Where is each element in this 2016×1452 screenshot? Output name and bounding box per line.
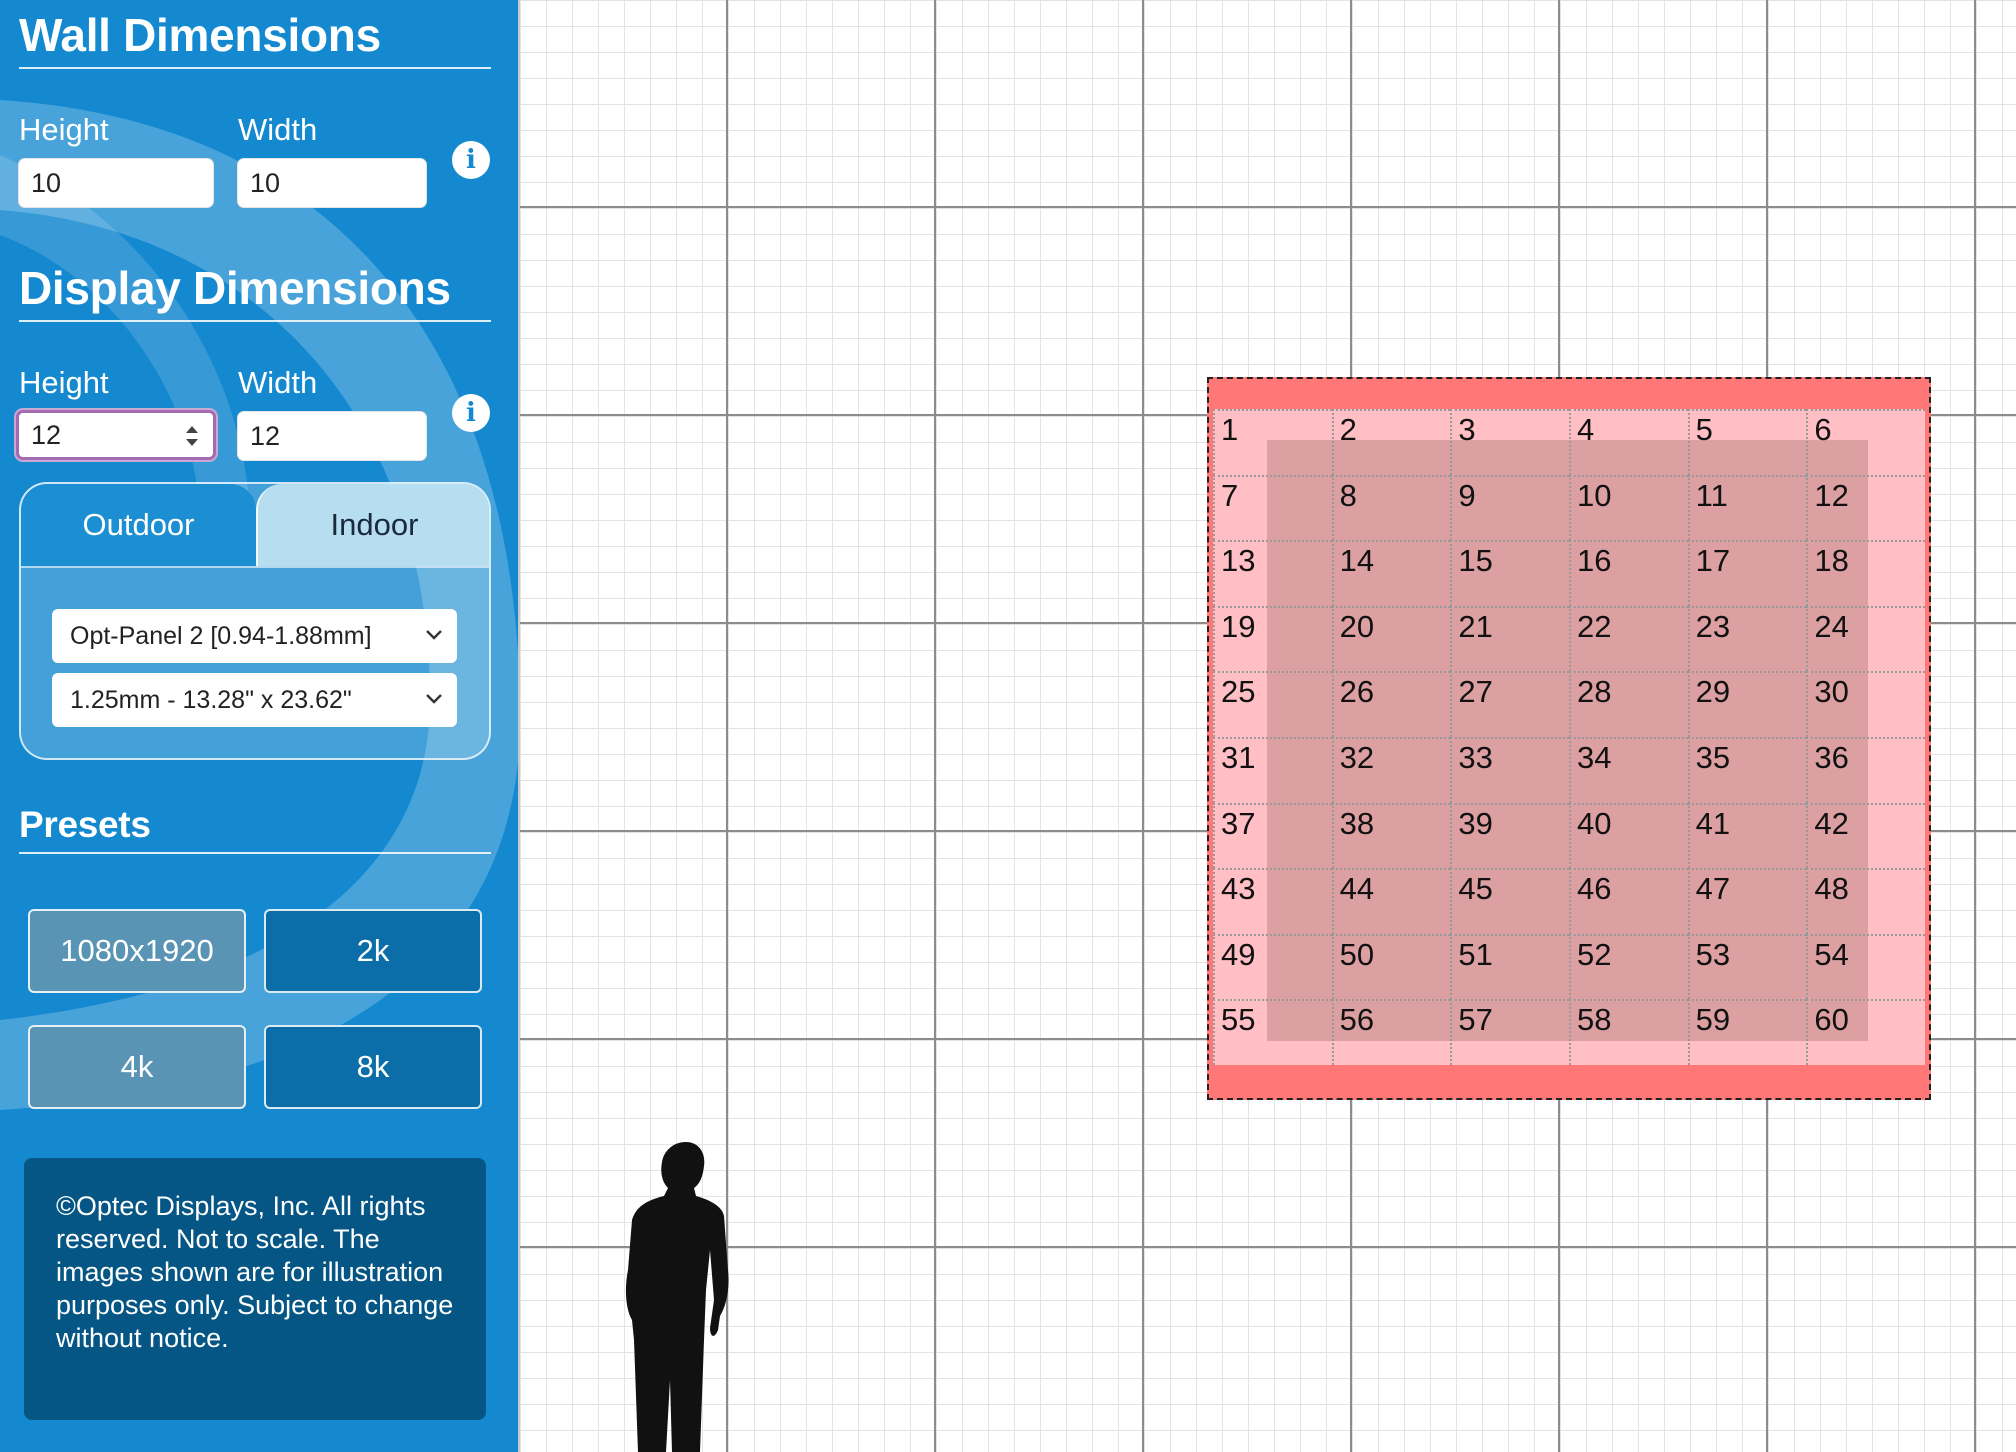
wall-width-label: Width	[238, 112, 318, 147]
pitch-select-value: 1.25mm - 13.28" x 23.62"	[70, 686, 352, 714]
panel-cell: 4	[1569, 409, 1688, 475]
display-dimensions-rule	[19, 320, 491, 322]
panel-cell: 58	[1569, 999, 1688, 1065]
panel-cell: 22	[1569, 605, 1688, 672]
panel-select-value: Opt-Panel 2 [0.94-1.88mm]	[70, 622, 372, 650]
panel-cell: 44	[1331, 868, 1451, 934]
display-height-input[interactable]: 12	[16, 410, 216, 460]
display-dimensions-title: Display Dimensions	[19, 262, 451, 314]
display-info-icon[interactable]: i	[452, 394, 490, 432]
presets-title: Presets	[19, 804, 151, 845]
panel-select[interactable]: Opt-Panel 2 [0.94-1.88mm]	[52, 609, 457, 663]
panel-cell: 17	[1687, 540, 1807, 606]
preset-1080x1920-button[interactable]: 1080x1920	[28, 909, 246, 993]
tab-outdoor[interactable]: Outdoor	[21, 484, 256, 566]
panel-cell: 32	[1331, 737, 1451, 803]
presets-rule	[19, 852, 491, 854]
panel-cell: 10	[1569, 474, 1688, 541]
panel-cell: 23	[1687, 605, 1807, 672]
panel-cell: 29	[1687, 671, 1807, 737]
panel-cell: 37	[1213, 802, 1332, 869]
sidebar: Wall Dimensions Height Width 10 10 i Dis…	[0, 0, 518, 1452]
display-height-label: Height	[19, 365, 109, 400]
panel-cell: 40	[1569, 802, 1688, 869]
panel-cell: 34	[1569, 737, 1688, 803]
panel-cell: 35	[1687, 737, 1807, 803]
panel-cell: 9	[1450, 474, 1569, 541]
panel-cell: 18	[1806, 540, 1925, 606]
panel-cell: 31	[1213, 737, 1332, 803]
panel-cell: 57	[1450, 999, 1569, 1065]
panel-cell: 30	[1806, 671, 1925, 737]
panel-cell: 53	[1687, 933, 1807, 1000]
panel-cell: 49	[1213, 933, 1332, 1000]
panel-cell: 14	[1331, 540, 1451, 606]
panel-cell: 51	[1450, 933, 1569, 1000]
panel-cell: 15	[1450, 540, 1569, 606]
panel-cell: 24	[1806, 605, 1925, 672]
panel-cell: 1	[1213, 409, 1332, 475]
panel-cell: 16	[1569, 540, 1688, 606]
panel-cell: 36	[1806, 737, 1925, 803]
panel-cell: 45	[1450, 868, 1569, 934]
panel-cell: 21	[1450, 605, 1569, 672]
panel-cell: 13	[1213, 540, 1332, 606]
chevron-down-icon	[426, 630, 442, 640]
panel-cell: 26	[1331, 671, 1451, 737]
panel-cell: 6	[1806, 409, 1925, 475]
panel-cell: 19	[1213, 605, 1332, 672]
panel-cell: 52	[1569, 933, 1688, 1000]
panel-cell: 25	[1213, 671, 1332, 737]
panel-cell: 55	[1213, 999, 1332, 1065]
panel-cell: 2	[1331, 409, 1451, 475]
preset-8k-button[interactable]: 8k	[264, 1025, 482, 1109]
panel-cell: 43	[1213, 868, 1332, 934]
wall-dimensions-title: Wall Dimensions	[19, 9, 381, 61]
wall-height-input[interactable]: 10	[18, 158, 214, 208]
tab-indoor[interactable]: Indoor	[256, 484, 489, 566]
panel-cell: 46	[1569, 868, 1688, 934]
panel-cell: 20	[1331, 605, 1451, 672]
pitch-select[interactable]: 1.25mm - 13.28" x 23.62"	[52, 673, 457, 727]
panel-cell: 8	[1331, 474, 1451, 541]
tab-divider	[21, 566, 489, 568]
chevron-down-icon	[426, 694, 442, 704]
panel-cell: 54	[1806, 933, 1925, 1000]
panel-cell: 11	[1687, 474, 1807, 541]
panel-cell: 56	[1331, 999, 1451, 1065]
display-height-value: 12	[31, 420, 62, 450]
panel-cell: 12	[1806, 474, 1925, 541]
display-width-input[interactable]: 12	[237, 411, 427, 461]
panel-cell: 39	[1450, 802, 1569, 869]
copyright-notice: ©Optec Displays, Inc. All rights reserve…	[24, 1158, 486, 1420]
panel-cell: 42	[1806, 802, 1925, 869]
panel-cell: 47	[1687, 868, 1807, 934]
display-type-tabs: Outdoor Indoor Opt-Panel 2 [0.94-1.88mm]…	[19, 482, 491, 760]
panel-cell: 33	[1450, 737, 1569, 803]
panel-cell: 28	[1569, 671, 1688, 737]
panel-cell: 38	[1331, 802, 1451, 869]
panel-grid: 1 2 3 4 5 6 7 8 9 10 11 12 13 14 15 16 17 18 19 20 21 22 23 24 2…	[1213, 409, 1925, 1065]
wall-dimensions-rule	[19, 67, 491, 69]
preset-2k-button[interactable]: 2k	[264, 909, 482, 993]
panel-cell: 27	[1450, 671, 1569, 737]
panel-cell: 7	[1213, 474, 1332, 541]
person-silhouette-icon	[625, 1142, 729, 1452]
wall-info-icon[interactable]: i	[452, 141, 490, 179]
panel-cell: 60	[1806, 999, 1925, 1065]
panel-cell: 50	[1331, 933, 1451, 1000]
panel-cell: 5	[1687, 409, 1807, 475]
wall-height-label: Height	[19, 112, 109, 147]
stepper-icon[interactable]	[183, 423, 201, 449]
panel-cell: 48	[1806, 868, 1925, 934]
panel-cell: 59	[1687, 999, 1807, 1065]
panel-cell: 41	[1687, 802, 1807, 869]
panel-cell: 3	[1450, 409, 1569, 475]
display-width-label: Width	[238, 365, 318, 400]
wall-width-input[interactable]: 10	[237, 158, 427, 208]
preset-4k-button[interactable]: 4k	[28, 1025, 246, 1109]
wall-outline: 1 2 3 4 5 6 7 8 9 10 11 12 13 14 15 16 17 18 19 20 21 22 23 24 2…	[1207, 377, 1931, 1100]
